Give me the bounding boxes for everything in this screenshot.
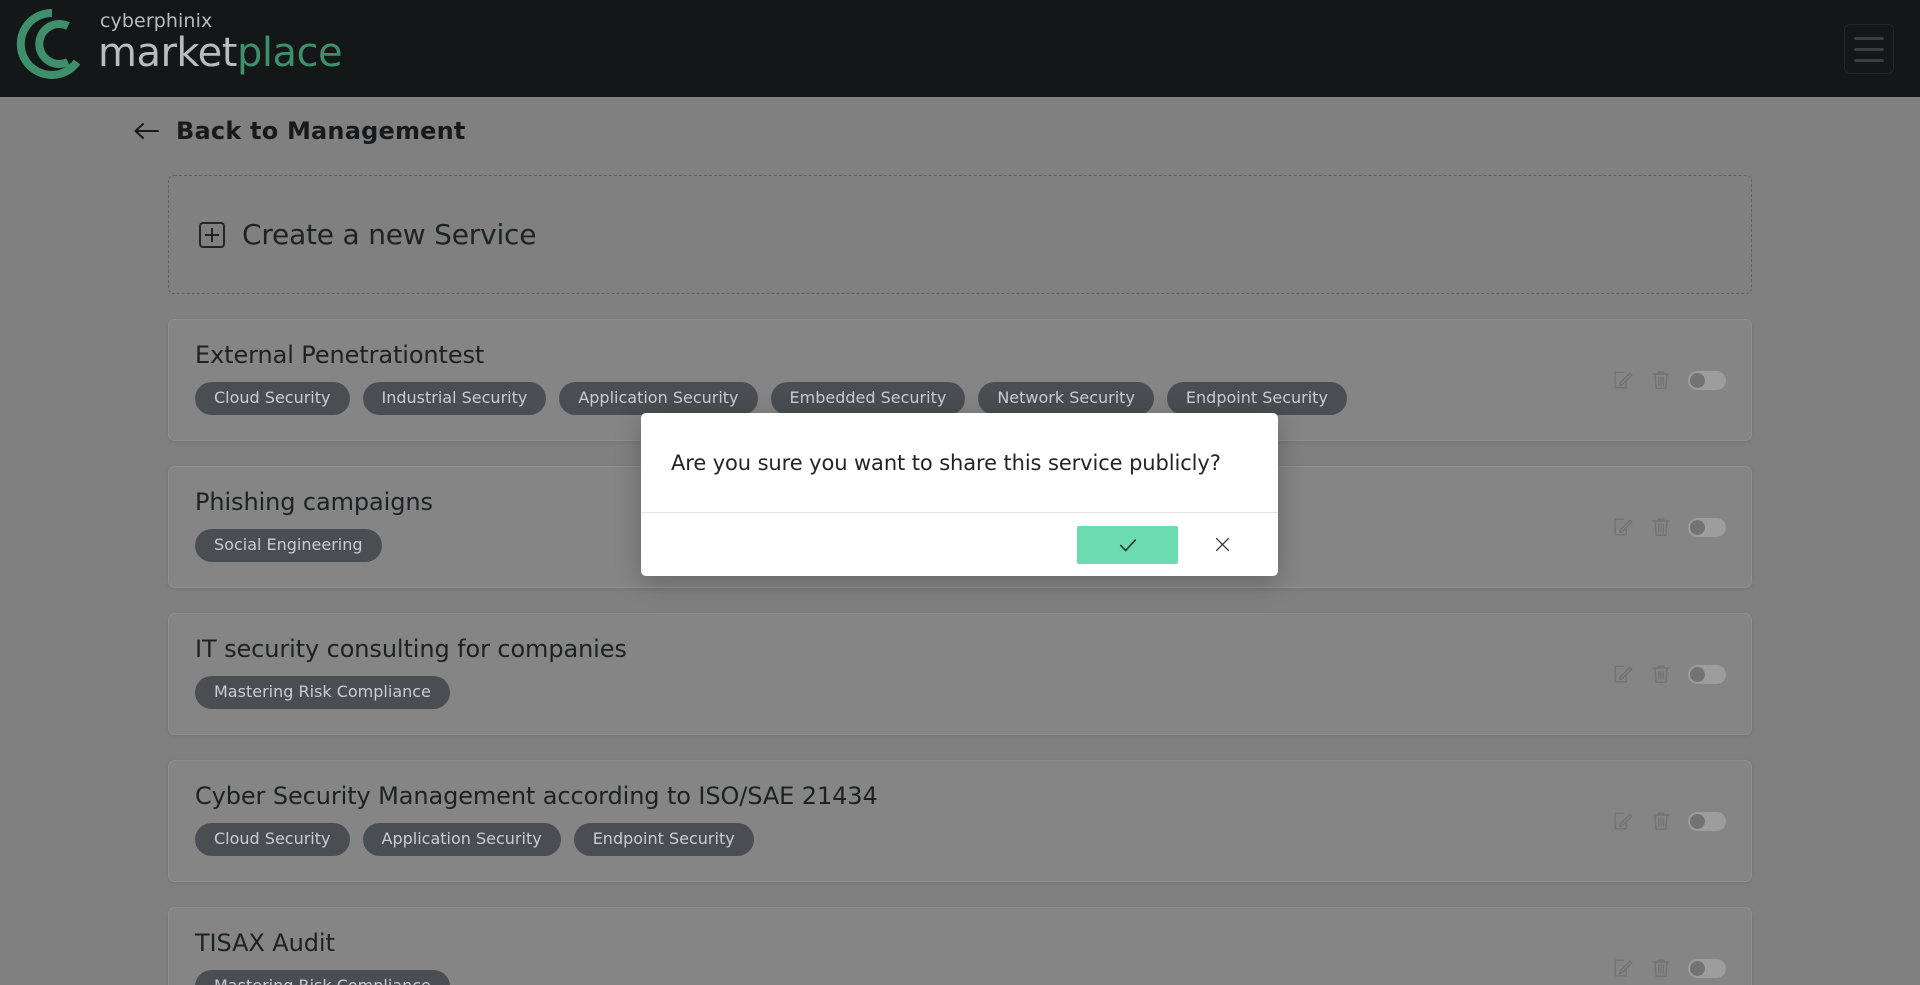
cancel-button[interactable] bbox=[1204, 526, 1240, 564]
modal-footer bbox=[641, 512, 1278, 576]
share-service-confirm-dialog: Are you sure you want to share this serv… bbox=[641, 413, 1278, 576]
confirm-button[interactable] bbox=[1077, 525, 1178, 564]
checkmark-icon bbox=[1117, 534, 1139, 556]
modal-message: Are you sure you want to share this serv… bbox=[671, 451, 1221, 475]
close-x-icon bbox=[1214, 536, 1231, 553]
modal-body: Are you sure you want to share this serv… bbox=[641, 413, 1278, 512]
